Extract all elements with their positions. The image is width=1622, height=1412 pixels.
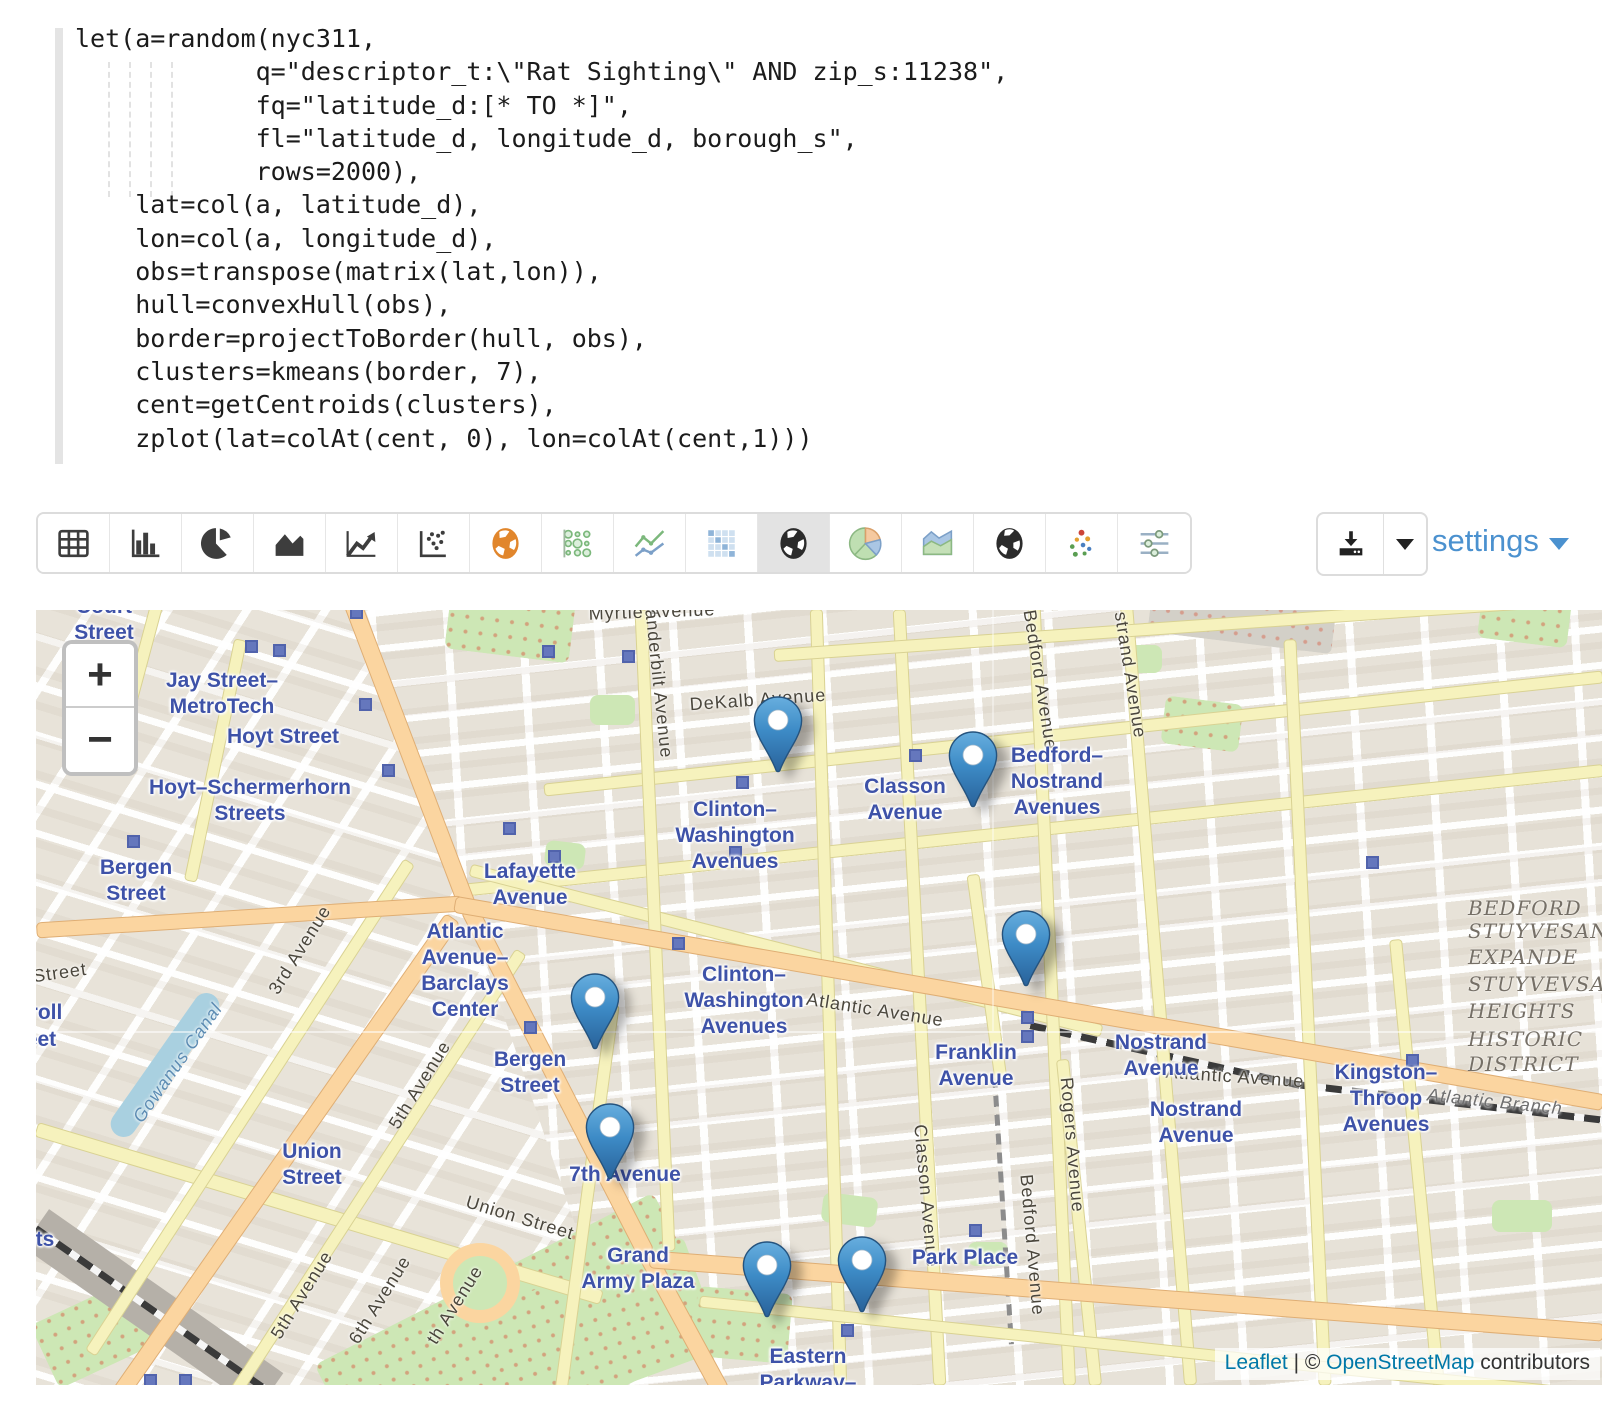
subway-station-square: [841, 1324, 854, 1337]
map-marker-pin[interactable]: [585, 1103, 635, 1185]
subway-station-square: [245, 640, 258, 653]
station-label: Bedford– Nostrand Avenues: [1011, 743, 1103, 821]
code-text[interactable]: let(a=random(nyc311, q="descriptor_t:\"R…: [75, 22, 1008, 455]
subway-station-square: [1366, 856, 1379, 869]
subway-station-square: [273, 644, 286, 657]
subway-station-square: [179, 1374, 192, 1385]
subway-station-square: [969, 1224, 982, 1237]
subway-station-square: [524, 1021, 537, 1034]
station-label: Eastern Parkway–: [760, 1344, 857, 1385]
station-label: Kingston– Throop Avenues: [1335, 1060, 1438, 1138]
zoom-out-button[interactable]: −: [66, 708, 134, 772]
station-label: Atlantic Avenue– Barclays Center: [421, 919, 509, 1023]
subway-station-square: [736, 776, 749, 789]
subway-station-square: [672, 937, 685, 950]
openstreetmap-link[interactable]: OpenStreetMap: [1326, 1351, 1474, 1374]
area-chart-color-icon[interactable]: [902, 514, 974, 572]
chart-type-buttons: [36, 512, 1192, 574]
station-label: Franklin Avenue: [935, 1040, 1017, 1092]
leaflet-map[interactable]: + − Leaflet | © OpenStreetMap contributo…: [36, 610, 1602, 1385]
scatter-color-icon[interactable]: [1046, 514, 1118, 572]
station-label: eet: [36, 1027, 56, 1053]
code-paragraph[interactable]: let(a=random(nyc311, q="descriptor_t:\"R…: [0, 0, 1622, 500]
map-marker-pin[interactable]: [753, 696, 803, 778]
station-label: roll: [36, 1000, 62, 1026]
pie-chart-icon[interactable]: [182, 514, 254, 572]
subway-station-square: [503, 822, 516, 835]
subway-station-square: [382, 764, 395, 777]
scatter-plot-icon[interactable]: [398, 514, 470, 572]
visualization-toolbar: settings: [0, 505, 1622, 580]
station-label: Union Street: [282, 1139, 342, 1191]
district-label: STUYVEVSA: [1468, 972, 1602, 996]
station-label: Hoyt–Schermerhorn Streets: [149, 775, 351, 827]
station-label: Avenues: [1120, 610, 1207, 613]
district-label: EXPANDE: [1468, 945, 1578, 969]
map-marker-pin[interactable]: [1001, 910, 1051, 992]
chevron-down-icon: [1396, 539, 1414, 550]
district-label: BEDFORD: [1468, 896, 1582, 920]
station-label: Hoyt Street: [227, 724, 339, 750]
map-globe-2-icon[interactable]: [974, 514, 1046, 572]
district-label: HEIGHTS: [1468, 999, 1575, 1023]
settings-toggle[interactable]: settings: [1432, 523, 1569, 559]
leaflet-link[interactable]: Leaflet: [1225, 1351, 1288, 1374]
bubble-matrix-icon[interactable]: [542, 514, 614, 572]
map-marker-pin[interactable]: [837, 1236, 887, 1318]
station-label: Park Place: [912, 1245, 1018, 1271]
sliders-icon[interactable]: [1118, 514, 1190, 572]
download-menu-caret[interactable]: [1384, 514, 1426, 574]
map-attribution: Leaflet | © OpenStreetMap contributors: [1215, 1348, 1600, 1380]
subway-station-square: [622, 650, 635, 663]
zoom-in-button[interactable]: +: [66, 644, 134, 708]
area-chart-icon[interactable]: [254, 514, 326, 572]
station-label: Grand Army Plaza: [581, 1243, 694, 1295]
station-label: Clinton– Washington Avenues: [675, 797, 794, 875]
tile-seam: [992, 610, 994, 1031]
tile-seam: [36, 1031, 1602, 1033]
station-label: Bergen Street: [100, 855, 172, 907]
subway-station-square: [909, 749, 922, 762]
multi-line-chart-icon[interactable]: [614, 514, 686, 572]
subway-station-square: [1021, 1030, 1034, 1043]
station-label: Nostrand Avenue: [1150, 1097, 1242, 1149]
subway-station-square: [542, 645, 555, 658]
map-marker-pin[interactable]: [742, 1241, 792, 1323]
subway-station-square: [144, 1374, 157, 1385]
attribution-separator: | ©: [1288, 1351, 1326, 1374]
map-marker-pin[interactable]: [570, 973, 620, 1055]
table-icon[interactable]: [38, 514, 110, 572]
map-globe-icon[interactable]: [758, 514, 830, 572]
subway-station-square: [127, 835, 140, 848]
district-label: HISTORIC: [1468, 1027, 1583, 1051]
heatmap-grid-icon[interactable]: [686, 514, 758, 572]
download-button[interactable]: [1318, 514, 1384, 574]
district-label: STUYVESAN: [1468, 919, 1602, 943]
paragraph-gutter: [55, 28, 63, 464]
zoom-control: + −: [62, 640, 138, 776]
station-label: Jay Street– MetroTech: [166, 668, 278, 720]
settings-label: settings: [1432, 523, 1539, 559]
bar-chart-icon[interactable]: [110, 514, 182, 572]
station-label: Clinton– Washington Avenues: [684, 962, 803, 1040]
line-chart-icon[interactable]: [326, 514, 398, 572]
attribution-contributors: contributors: [1474, 1351, 1590, 1374]
park-area: [590, 695, 635, 725]
station-label: Bergen Street: [494, 1047, 566, 1099]
map-globe-orange-icon[interactable]: [470, 514, 542, 572]
park-area: [1492, 1200, 1552, 1232]
subway-station-square: [1021, 1011, 1034, 1024]
station-label: Classon Avenue: [864, 774, 946, 826]
download-split-button: [1316, 512, 1428, 576]
subway-station-square: [350, 610, 363, 619]
chevron-down-icon: [1549, 538, 1569, 550]
station-label: ts: [36, 1227, 54, 1253]
station-label: Nostrand Avenue: [1115, 1030, 1207, 1082]
pie-chart-color-icon[interactable]: [830, 514, 902, 572]
map-marker-pin[interactable]: [948, 731, 998, 813]
district-label: DISTRICT: [1468, 1052, 1579, 1076]
station-label: Lafayette Avenue: [484, 859, 576, 911]
subway-station-square: [359, 698, 372, 711]
